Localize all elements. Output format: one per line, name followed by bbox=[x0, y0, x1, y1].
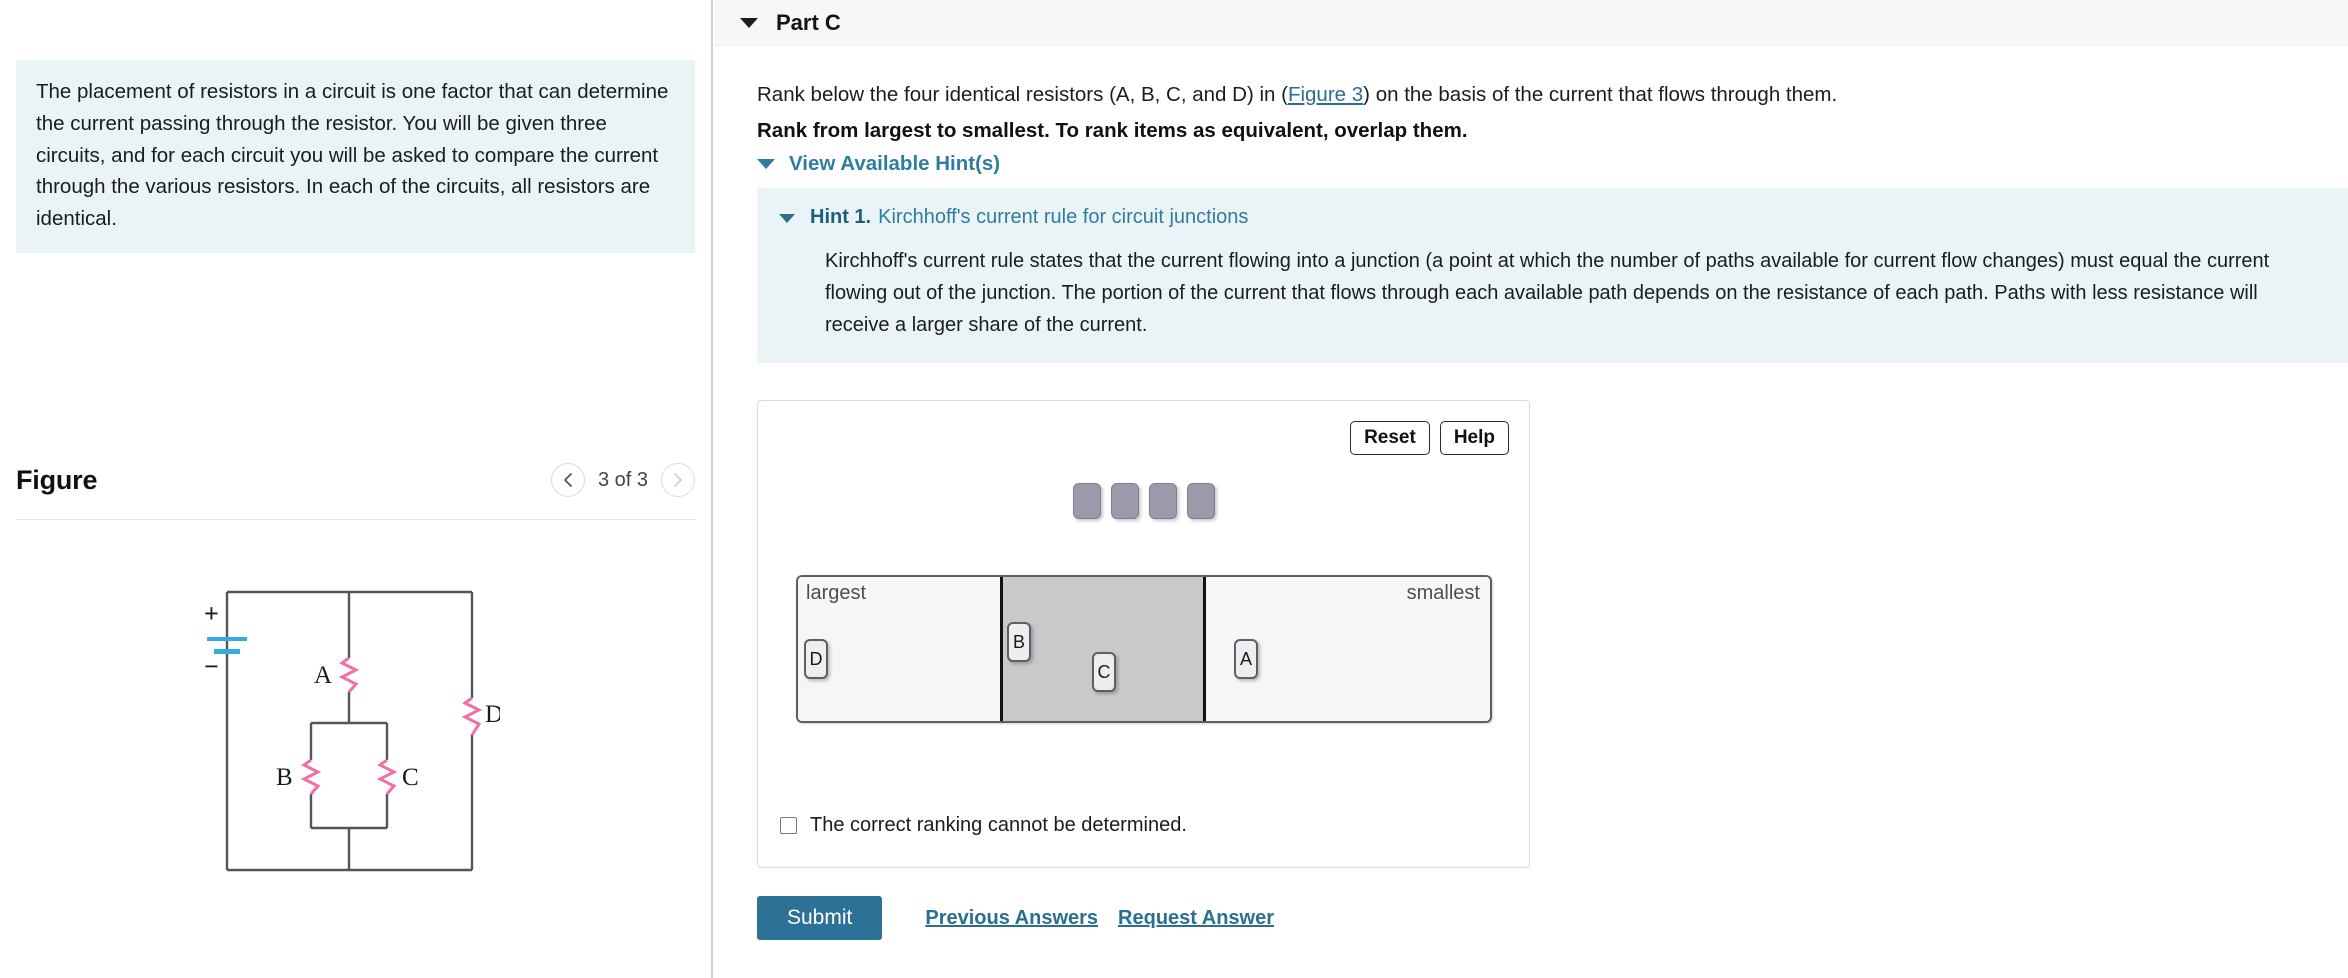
chevron-right-icon bbox=[674, 473, 682, 487]
svg-text:−: − bbox=[204, 652, 219, 681]
hint-caret-icon bbox=[779, 214, 795, 223]
right-panel: Part C Rank below the four identical res… bbox=[715, 0, 2348, 978]
resistor-B-symbol bbox=[300, 758, 322, 795]
ranking-bins[interactable]: largest smallest D B C A bbox=[796, 575, 1492, 723]
tray-slot[interactable] bbox=[1110, 483, 1139, 519]
collapse-caret-icon[interactable] bbox=[740, 17, 758, 28]
ranking-widget: Reset Help largest smallest D B C A The … bbox=[757, 400, 1530, 868]
intro-text-box: The placement of resistors in a circuit … bbox=[16, 60, 695, 253]
resistor-D-label: D bbox=[485, 701, 500, 728]
figure-count-label: 3 of 3 bbox=[597, 468, 648, 491]
hint-panel: Hint 1. Kirchhoff's current rule for cir… bbox=[757, 188, 2348, 363]
figure-pagination: 3 of 3 bbox=[550, 463, 695, 497]
figure-3-link[interactable]: Figure 3 bbox=[1288, 83, 1363, 106]
resistor-D-symbol bbox=[461, 696, 483, 736]
page-root: The placement of resistors in a circuit … bbox=[0, 0, 2348, 978]
ranking-toolbar: Reset Help bbox=[1350, 421, 1509, 455]
resistor-C-symbol bbox=[376, 758, 398, 795]
question-instruction: Rank from largest to smallest. To rank i… bbox=[757, 119, 1468, 142]
cannot-determine-checkbox[interactable] bbox=[780, 817, 797, 834]
circuit-diagram-svg: + − A B C D bbox=[204, 590, 503, 872]
figure-title: Figure bbox=[16, 464, 98, 495]
figure-prev-button[interactable] bbox=[550, 463, 585, 497]
resistor-B-label: B bbox=[276, 764, 293, 791]
previous-answers-link[interactable]: Previous Answers bbox=[925, 907, 1098, 930]
bin-label-largest: largest bbox=[803, 582, 870, 605]
circuit-figure[interactable]: + − A B C D bbox=[180, 570, 503, 895]
chevron-left-icon bbox=[564, 473, 572, 487]
rank-tile-B[interactable]: B bbox=[1007, 622, 1031, 662]
intro-paragraph: The placement of resistors in a circuit … bbox=[36, 80, 669, 231]
tray-slot[interactable] bbox=[1072, 483, 1101, 519]
question-prefix: Rank below the four identical resistors … bbox=[757, 83, 1288, 106]
battery-symbol: + − bbox=[204, 599, 247, 681]
hint-subject: Kirchhoff's current rule for circuit jun… bbox=[878, 206, 1249, 228]
hint-number: Hint 1. bbox=[810, 206, 872, 228]
resistor-A-label: A bbox=[314, 662, 332, 689]
rank-tile-C[interactable]: C bbox=[1092, 652, 1116, 692]
left-panel: The placement of resistors in a circuit … bbox=[0, 0, 713, 978]
question-text: Rank below the four identical resistors … bbox=[757, 82, 2317, 109]
figure-next-button[interactable] bbox=[661, 463, 695, 497]
bin-label-smallest: smallest bbox=[1403, 582, 1483, 605]
help-button[interactable]: Help bbox=[1439, 421, 1509, 455]
tile-tray bbox=[1072, 483, 1215, 519]
action-bar: Submit Previous Answers Request Answer bbox=[757, 896, 1274, 940]
svg-text:+: + bbox=[204, 599, 219, 628]
submit-button[interactable]: Submit bbox=[757, 896, 883, 940]
part-header[interactable]: Part C bbox=[715, 0, 2348, 46]
tray-slot[interactable] bbox=[1148, 483, 1177, 519]
figure-divider bbox=[16, 519, 695, 520]
question-suffix: ) on the basis of the current that flows… bbox=[1363, 83, 1838, 106]
ranking-bin-largest[interactable]: largest bbox=[798, 577, 1000, 721]
hint-header[interactable]: Hint 1. Kirchhoff's current rule for cir… bbox=[757, 206, 2348, 229]
part-title: Part C bbox=[776, 9, 841, 35]
view-hints-toggle[interactable]: View Available Hint(s) bbox=[757, 152, 1000, 176]
reset-button[interactable]: Reset bbox=[1350, 421, 1430, 455]
rank-tile-D[interactable]: D bbox=[804, 639, 828, 679]
hints-caret-icon bbox=[757, 159, 775, 169]
resistor-C-label: C bbox=[402, 764, 419, 791]
hint-body-text: Kirchhoff's current rule states that the… bbox=[825, 250, 2270, 336]
cannot-determine-row: The correct ranking cannot be determined… bbox=[780, 814, 1187, 837]
circuit-wires bbox=[225, 590, 474, 872]
tray-slot[interactable] bbox=[1186, 483, 1215, 519]
figure-header: Figure 3 of 3 bbox=[16, 463, 695, 497]
view-hints-label: View Available Hint(s) bbox=[789, 152, 1001, 175]
cannot-determine-label: The correct ranking cannot be determined… bbox=[810, 814, 1187, 836]
rank-tile-A[interactable]: A bbox=[1234, 639, 1258, 679]
request-answer-link[interactable]: Request Answer bbox=[1118, 907, 1274, 930]
resistor-A-symbol bbox=[338, 656, 360, 693]
